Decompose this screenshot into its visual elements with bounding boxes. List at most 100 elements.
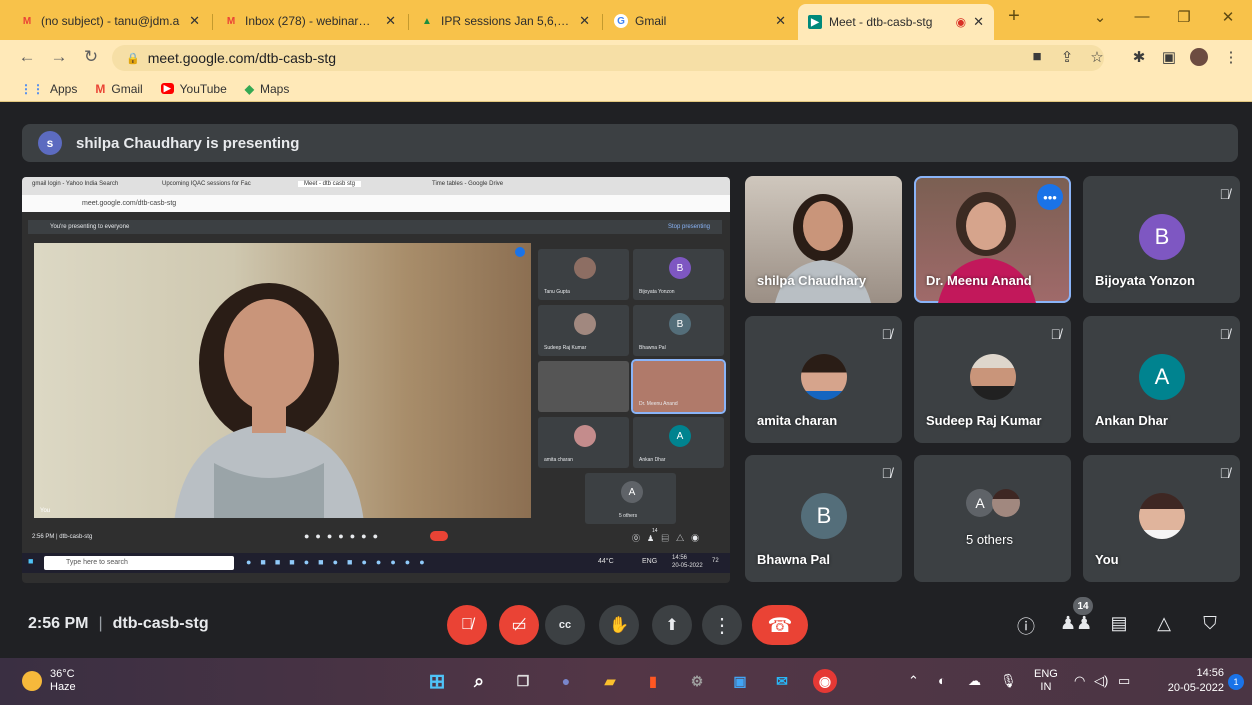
photos-icon[interactable]: ▣ xyxy=(728,669,752,693)
chrome-icon[interactable]: ◉ xyxy=(813,669,837,693)
forward-icon[interactable]: → xyxy=(48,47,70,67)
tab-search-icon[interactable]: ⌄ xyxy=(1088,8,1112,26)
close-tab-icon[interactable]: ✕ xyxy=(385,13,396,29)
shared-tile: A Ankan Dhar xyxy=(633,417,724,468)
meeting-info: 2:56 PM | dtb-casb-stg xyxy=(28,615,209,632)
restore-button[interactable]: ❐ xyxy=(1172,8,1196,26)
people-count-badge: 14 xyxy=(1073,597,1093,615)
drive-icon: ▲ xyxy=(422,15,432,27)
bookmark-youtube[interactable]: ▶ YouTube xyxy=(160,82,227,96)
wifi-icon[interactable]: ◠ xyxy=(1074,673,1085,689)
profile-avatar[interactable] xyxy=(1188,48,1210,70)
participant-tile-ankan[interactable]: 🎙̸ A Ankan Dhar xyxy=(1083,316,1240,443)
mic-toggle-button[interactable]: 🎙̸ xyxy=(447,605,487,645)
teams-chat-icon[interactable]: ● xyxy=(554,669,578,693)
participant-tile-sudeep[interactable]: 🎙̸ Sudeep Raj Kumar xyxy=(914,316,1071,443)
more-options-button[interactable]: ⋮ xyxy=(702,605,742,645)
tab-meet[interactable]: ▶ Meet - dtb-casb-stg ◉ ✕ xyxy=(798,4,994,40)
address-bar[interactable]: 🔒 meet.google.com/dtb-casb-stg xyxy=(112,45,1104,71)
shared-tab-strip: gmail login - Yahoo India Search Upcomin… xyxy=(22,177,730,195)
more-options-icon[interactable]: ••• xyxy=(1037,184,1063,210)
bookmark-gmail[interactable]: M Gmail xyxy=(95,82,142,96)
host-controls-icon[interactable]: ⛉ xyxy=(1197,613,1223,634)
youtube-icon: ▶ xyxy=(160,83,174,94)
file-explorer-icon[interactable]: ▰ xyxy=(598,669,622,693)
battery-icon[interactable]: ▭ xyxy=(1118,673,1130,689)
close-tab-icon[interactable]: ✕ xyxy=(579,13,590,29)
share-icon[interactable]: ⇪ xyxy=(1056,48,1078,66)
avatar: B xyxy=(1139,214,1185,260)
participant-tile-others[interactable]: A 5 others xyxy=(914,455,1071,582)
shared-presenting-banner: You're presenting to everyone Stop prese… xyxy=(28,220,722,234)
participant-tile-meenu[interactable]: ••• Dr. Meenu Anand xyxy=(914,176,1071,303)
chrome-tray-icon[interactable]: ◐ xyxy=(938,673,946,688)
notification-badge[interactable]: 1 xyxy=(1228,674,1244,690)
tab-ipr-sessions[interactable]: ▲ IPR sessions Jan 5,6,7 - G ✕ xyxy=(410,6,600,36)
gmail-icon: M xyxy=(95,81,106,96)
tab-gmail-no-subject[interactable]: M (no subject) - tanu@jdm.a ✕ xyxy=(10,6,210,36)
shared-tile: Sudeep Raj Kumar xyxy=(538,305,629,356)
weather-widget[interactable]: 36°C Haze xyxy=(22,668,76,694)
bookmark-apps[interactable]: ⋮⋮ Apps xyxy=(20,82,77,96)
participant-tile-amita[interactable]: 🎙̸ amita charan xyxy=(745,316,902,443)
bookmark-maps[interactable]: ◆ Maps xyxy=(245,82,290,96)
language-indicator[interactable]: ENG IN xyxy=(1034,668,1058,694)
captions-button[interactable]: cc xyxy=(545,605,585,645)
avatar: A xyxy=(1139,354,1185,400)
settings-icon[interactable]: ⚙ xyxy=(685,669,709,693)
task-view-icon[interactable]: ❐ xyxy=(511,669,535,693)
search-icon[interactable]: ⌕ xyxy=(467,669,491,693)
shared-tile: Tanu Gupta xyxy=(538,249,629,300)
shared-main-video: You xyxy=(34,243,531,518)
extensions-icon[interactable]: ✱ xyxy=(1128,48,1150,66)
close-tab-icon[interactable]: ✕ xyxy=(189,13,200,29)
system-clock[interactable]: 14:56 20-05-2022 xyxy=(1168,666,1224,696)
camera-toggle-button[interactable]: ▭̸ xyxy=(499,605,539,645)
meet-icon: ▶ xyxy=(808,15,822,29)
presenter-avatar: s xyxy=(38,131,62,155)
presenting-banner: s shilpa Chaudhary is presenting xyxy=(22,124,1238,162)
show-hidden-icons[interactable]: ⌃ xyxy=(908,673,919,689)
close-tab-icon[interactable]: ✕ xyxy=(775,13,786,29)
shared-taskbar: ■ Type here to search ●■■■●■●■●●●●● 44°C… xyxy=(22,553,730,573)
office-icon[interactable]: ▮ xyxy=(641,669,665,693)
people-icon[interactable]: ♟♟ xyxy=(1060,613,1092,634)
browser-tab-strip: M (no subject) - tanu@jdm.a ✕ M Inbox (2… xyxy=(0,0,1252,40)
avatar xyxy=(992,489,1020,517)
menu-kebab-icon[interactable]: ⋮ xyxy=(1220,48,1242,66)
reload-icon[interactable]: ↻ xyxy=(80,47,102,67)
onedrive-icon[interactable]: ☁ xyxy=(968,673,981,689)
camera-icon[interactable]: ■ xyxy=(1026,48,1048,65)
shared-tile xyxy=(538,361,629,412)
participant-tile-you[interactable]: 🎙̸ You xyxy=(1083,455,1240,582)
start-icon[interactable]: ⊞ xyxy=(425,669,449,693)
mail-icon[interactable]: ✉ xyxy=(770,669,794,693)
participant-tile-bhawna[interactable]: 🎙̸ B Bhawna Pal xyxy=(745,455,902,582)
leave-call-button[interactable]: ☎ xyxy=(752,605,808,645)
raise-hand-button[interactable]: ✋ xyxy=(599,605,639,645)
present-screen-button[interactable]: ⬆ xyxy=(652,605,692,645)
participant-tile-bijoyata[interactable]: 🎙̸ B Bijoyata Yonzon xyxy=(1083,176,1240,303)
mic-off-icon: 🎙̸ xyxy=(881,326,893,342)
activities-icon[interactable]: △ xyxy=(1151,613,1177,634)
microphone-icon[interactable]: 🎙 xyxy=(1000,673,1017,689)
side-panel-icon[interactable]: ▣ xyxy=(1158,48,1180,66)
minimize-button[interactable]: — xyxy=(1130,8,1154,25)
participant-tile-shilpa[interactable]: shilpa Chaudhary xyxy=(745,176,902,303)
tab-gmail[interactable]: G Gmail ✕ xyxy=(604,6,796,36)
avatar: A xyxy=(966,489,994,517)
lock-icon: 🔒 xyxy=(126,52,140,65)
back-icon[interactable]: ← xyxy=(16,47,38,67)
close-tab-icon[interactable]: ✕ xyxy=(973,14,984,30)
shared-address-bar: meet.google.com/dtb-casb-stg xyxy=(22,195,730,212)
mic-off-icon: 🎙̸ xyxy=(1219,186,1231,202)
close-window-button[interactable]: ✕ xyxy=(1216,8,1240,26)
presenter-video xyxy=(174,283,364,518)
new-tab-button[interactable]: + xyxy=(1002,5,1026,28)
meeting-details-icon[interactable]: ⓘ xyxy=(1013,613,1039,639)
volume-icon[interactable]: ◁) xyxy=(1094,673,1108,689)
tab-gmail-inbox[interactable]: M Inbox (278) - webinar@jd ✕ xyxy=(214,6,406,36)
chat-icon[interactable]: ▤ xyxy=(1106,613,1132,634)
bookmark-star-icon[interactable]: ☆ xyxy=(1086,48,1108,66)
maps-icon: ◆ xyxy=(244,81,255,96)
